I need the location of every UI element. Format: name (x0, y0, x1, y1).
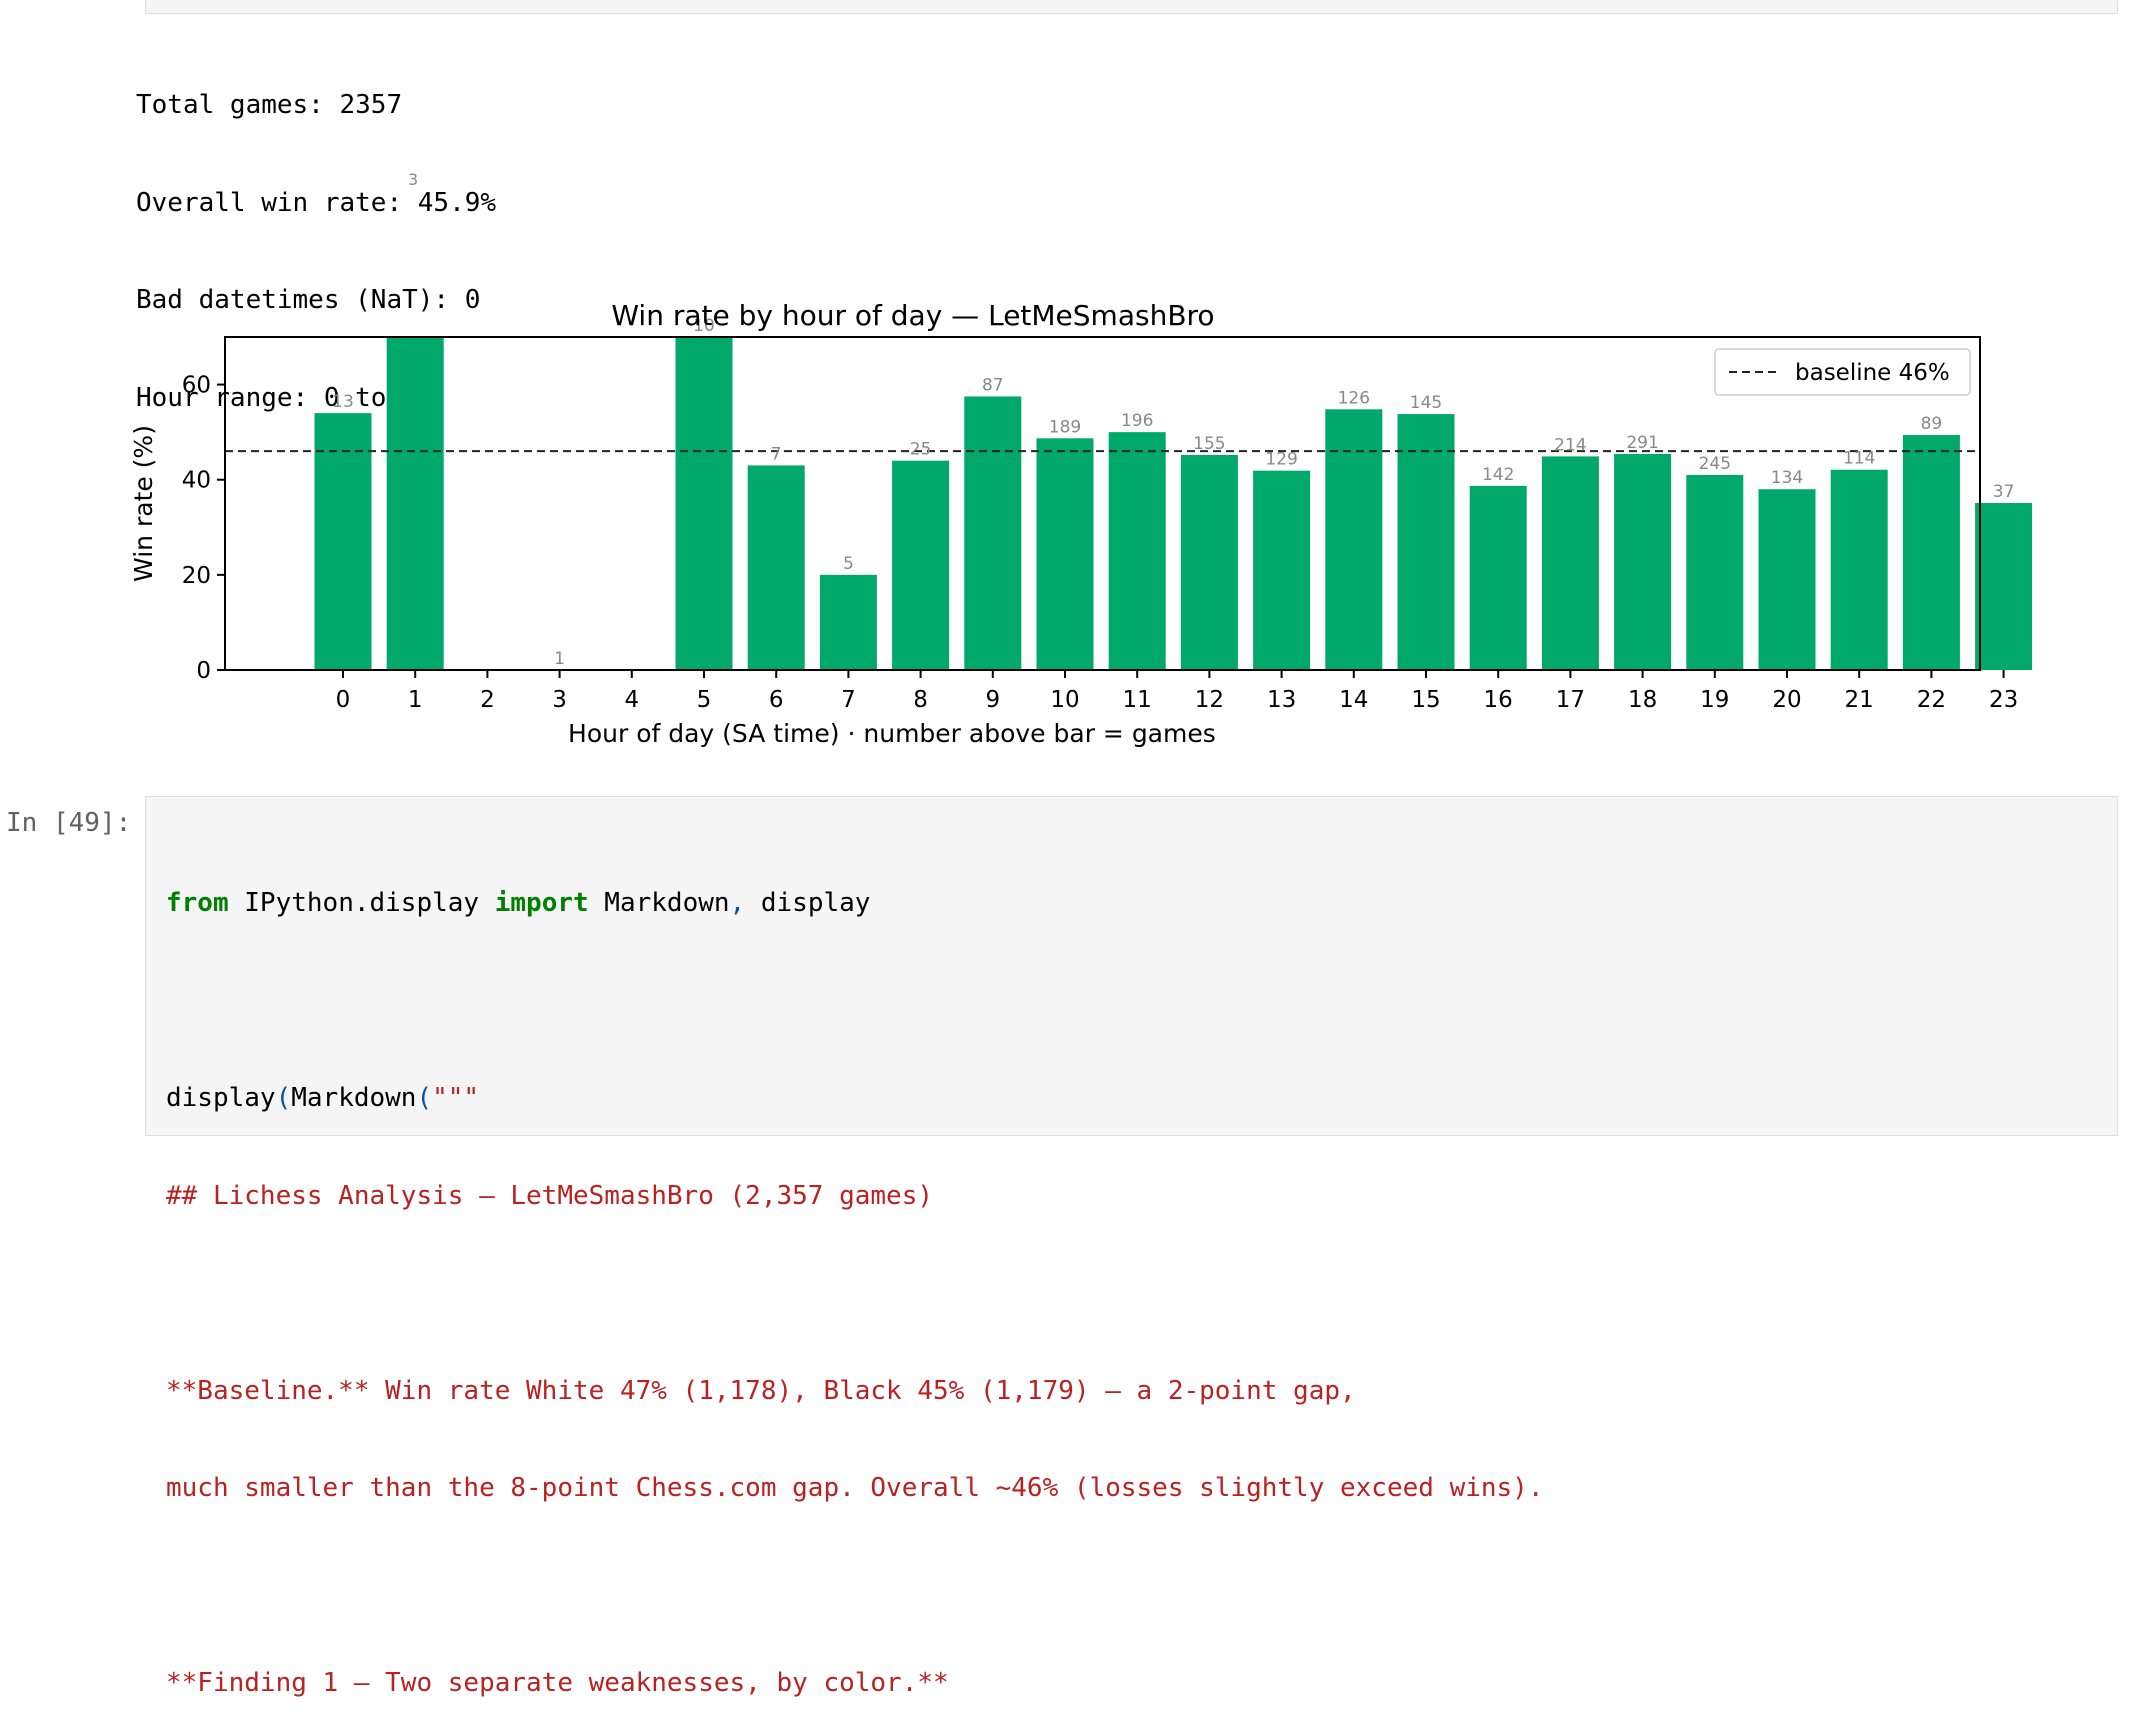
games-label-hour-22: 89 (1921, 414, 1943, 434)
paren-1: ( (275, 1083, 292, 1113)
code-line-7: much smaller than the 8-point Chess.com … (166, 1473, 1544, 1503)
code-editor[interactable]: from IPython.display import Markdown, di… (166, 822, 1544, 1732)
y-axis-label: Win rate (%) (129, 425, 158, 582)
code-line-1: from IPython.display import Markdown, di… (166, 887, 1544, 920)
previous-cell-edge (145, 0, 2118, 14)
output-line-total-games: Total games: 2357 (136, 90, 403, 120)
bar-hour-18 (1614, 454, 1672, 670)
games-label-hour-0: 13 (332, 392, 354, 412)
y-tick-label-40: 40 (182, 468, 211, 494)
code-line-6: **Baseline.** Win rate White 47% (1,178)… (166, 1375, 1356, 1406)
output-line-win-rate: Overall win rate: 45.9% (136, 187, 497, 218)
bar-hour-20 (1758, 489, 1816, 670)
bar-hour-14 (1325, 409, 1383, 670)
games-label-hour-13: 129 (1265, 450, 1297, 470)
import-name-2: display (745, 888, 871, 918)
y-tick-label-60: 60 (182, 373, 211, 399)
games-label-hour-6: 7 (771, 444, 782, 464)
bar-hour-23 (1975, 503, 2033, 670)
games-label-hour-12: 155 (1193, 434, 1225, 454)
x-tick-label-19: 19 (1700, 687, 1729, 713)
bar-hour-7 (819, 574, 877, 670)
games-label-hour-18: 291 (1626, 433, 1658, 453)
bar-hour-10 (1036, 438, 1094, 670)
x-tick-label-6: 6 (769, 687, 784, 713)
keyword-import: import (494, 888, 589, 918)
games-label-hour-23: 37 (1993, 482, 2015, 502)
x-tick-label-15: 15 (1411, 687, 1440, 713)
bar-hour-19 (1686, 474, 1744, 670)
call-display: display (166, 1083, 276, 1113)
y-tick-label-0: 0 (196, 658, 211, 684)
code-line-3: display(Markdown(""" (166, 1082, 1544, 1115)
games-label-hour-9: 87 (982, 375, 1004, 395)
x-tick-label-8: 8 (913, 687, 928, 713)
bar-hour-17 (1541, 456, 1599, 670)
x-tick-label-2: 2 (480, 687, 495, 713)
games-label-hour-7: 5 (843, 554, 854, 574)
x-tick-label-13: 13 (1267, 687, 1296, 713)
x-tick-label-20: 20 (1772, 687, 1801, 713)
y-tick-label-20: 20 (182, 563, 211, 589)
string-open: """ (432, 1083, 480, 1113)
x-tick-label-1: 1 (408, 687, 423, 713)
x-axis-label: Hour of day (SA time) · number above bar… (568, 719, 1216, 748)
cell-prompt: In [49]: (6, 808, 132, 838)
bar-hour-6 (747, 465, 805, 670)
x-tick-label-7: 7 (841, 687, 856, 713)
module-name: IPython.display (228, 888, 495, 918)
x-tick-label-14: 14 (1339, 687, 1368, 713)
x-tick-label-9: 9 (985, 687, 1000, 713)
bar-hour-9 (964, 396, 1022, 670)
x-tick-label-3: 3 (552, 687, 567, 713)
games-label-hour-21: 114 (1843, 449, 1875, 469)
x-tick-label-21: 21 (1845, 687, 1874, 713)
games-label-hour-17: 214 (1554, 435, 1586, 455)
x-tick-label-4: 4 (624, 687, 639, 713)
x-tick-label-17: 17 (1556, 687, 1585, 713)
games-label-hour-10: 189 (1049, 417, 1081, 437)
legend-label: baseline 46% (1795, 360, 1950, 386)
bar-hour-11 (1108, 432, 1166, 670)
bar-hour-15 (1397, 414, 1455, 670)
x-tick-label-23: 23 (1989, 687, 2018, 713)
paren-2: ( (416, 1083, 433, 1113)
chart-title: Win rate by hour of day — LetMeSmashBro (611, 299, 1214, 332)
bar-hour-21 (1830, 469, 1888, 670)
games-label-hour-15: 145 (1410, 393, 1442, 413)
x-tick-label-11: 11 (1123, 687, 1152, 713)
x-tick-label-10: 10 (1050, 687, 1079, 713)
import-name: Markdown (588, 888, 730, 918)
bar-hour-13 (1253, 470, 1311, 670)
x-tick-label-0: 0 (336, 687, 351, 713)
games-label-hour-3: 1 (554, 649, 565, 669)
x-tick-label-16: 16 (1484, 687, 1513, 713)
bar-hour-12 (1180, 454, 1238, 670)
x-tick-label-18: 18 (1628, 687, 1657, 713)
games-label-hour-8: 25 (910, 440, 932, 460)
bar-hour-5 (675, 337, 733, 670)
x-tick-label-22: 22 (1917, 687, 1946, 713)
bar-hour-16 (1469, 485, 1527, 670)
keyword-from: from (166, 888, 229, 918)
bar-hour-22 (1902, 434, 1960, 670)
call-markdown: Markdown (291, 1083, 417, 1113)
games-label-hour-11: 196 (1121, 411, 1153, 431)
games-label-hour-16: 142 (1482, 465, 1514, 485)
code-line-9: **Finding 1 — Two separate weaknesses, b… (166, 1668, 949, 1698)
x-tick-label-5: 5 (697, 687, 712, 713)
bar-hour-8 (892, 460, 950, 670)
import-comma: , (729, 888, 746, 918)
games-label-hour-19: 245 (1699, 454, 1731, 474)
x-tick-label-12: 12 (1195, 687, 1224, 713)
bar-hour-1 (386, 337, 444, 670)
code-line-4: ## Lichess Analysis — LetMeSmashBro (2,3… (166, 1180, 934, 1211)
stray-bar-label: 3 (408, 170, 419, 189)
win-rate-by-hour-chart: 13110752587189 196155129126 145142214 29124… (129, 299, 2033, 748)
games-label-hour-20: 134 (1771, 468, 1803, 488)
games-label-hour-14: 126 (1338, 388, 1370, 408)
